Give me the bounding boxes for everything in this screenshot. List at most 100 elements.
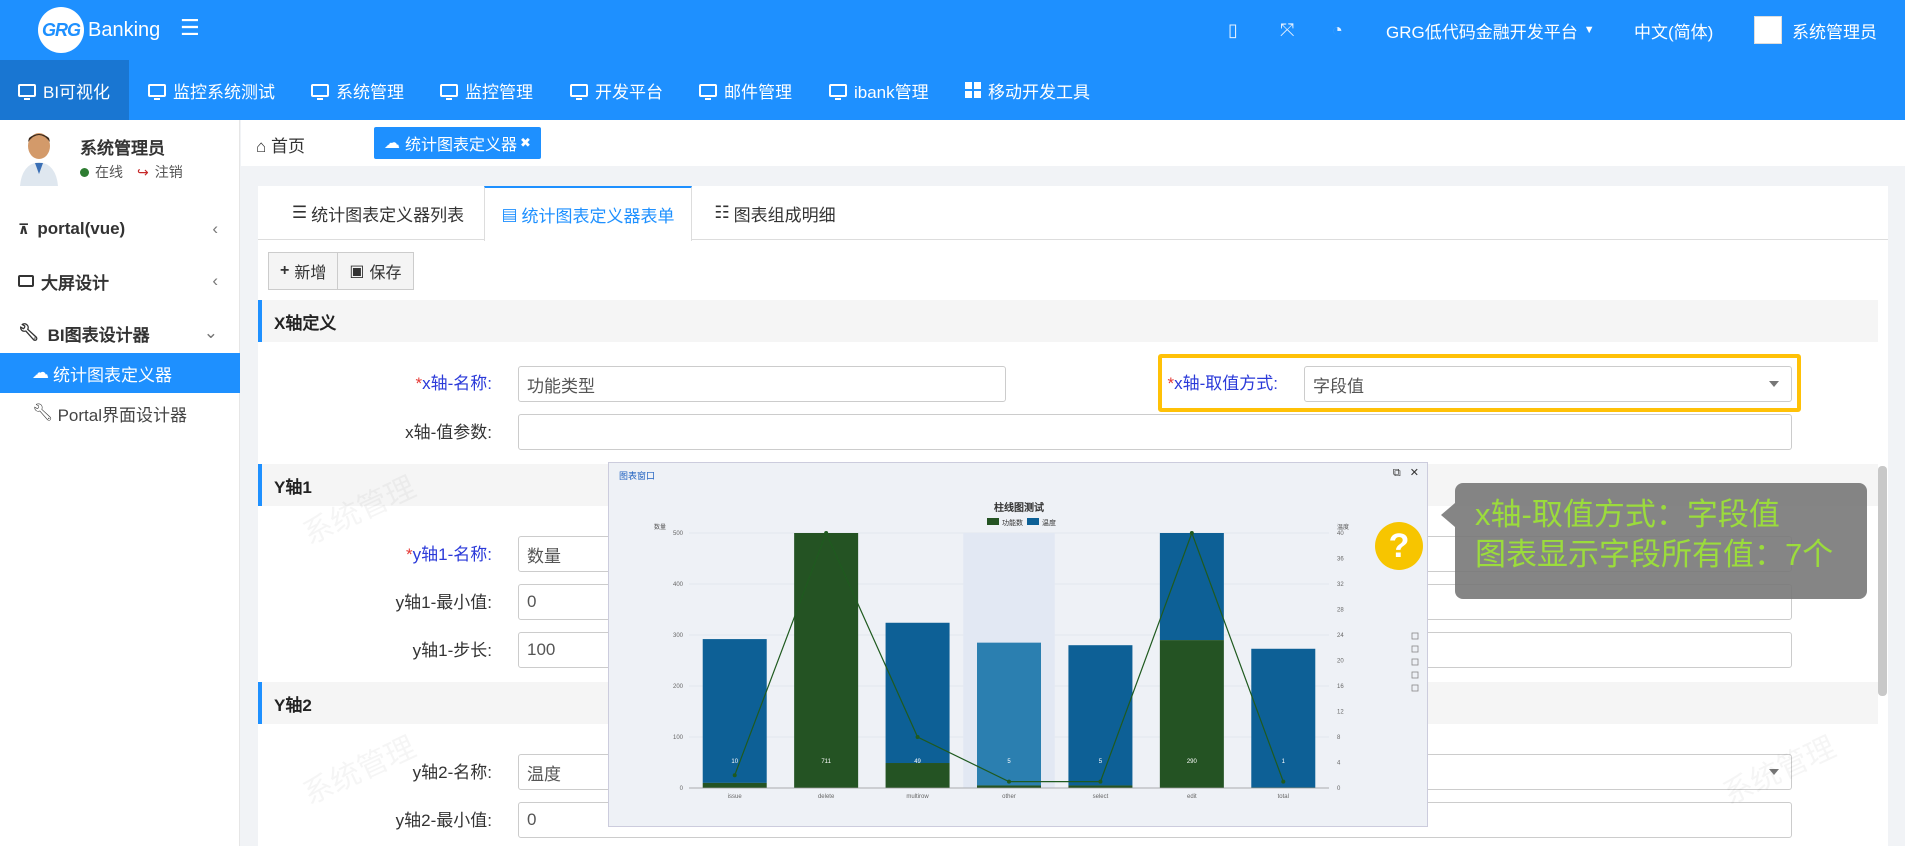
- table-icon: ☷: [714, 203, 730, 222]
- bar-segment-green: [1159, 640, 1224, 788]
- caret-down-icon: [1769, 769, 1779, 775]
- tab-chart-form[interactable]: ▤ 统计图表定义器表单: [484, 186, 692, 241]
- document-icon[interactable]: ▯: [1228, 0, 1238, 60]
- tab-chart-detail[interactable]: ☷ 图表组成明细: [700, 186, 850, 240]
- x-param-input[interactable]: [518, 414, 1792, 450]
- bar-segment-green: [794, 533, 859, 788]
- bar-segment-green: [702, 782, 767, 788]
- y2-tick-label: 8: [1337, 735, 1341, 741]
- y2-tick-label: 40: [1337, 531, 1344, 537]
- monitor-icon: [440, 83, 458, 100]
- add-button[interactable]: + 新增: [268, 252, 339, 290]
- restore-icon[interactable]: ⧉: [1393, 467, 1401, 479]
- wrench-icon: 🔧︎: [32, 403, 54, 422]
- highlight-box: [1158, 354, 1801, 412]
- tooltip-line-2: 图表显示字段所有值：7个: [1475, 537, 1834, 572]
- platform-dropdown[interactable]: GRG低代码金融开发平台 ▼: [1386, 0, 1595, 60]
- sidebar-user-name: 系统管理员: [80, 139, 165, 158]
- legend-label-0: 功能数: [1002, 518, 1023, 527]
- legend-swatch-0: [987, 518, 999, 525]
- monitor-icon: [829, 83, 847, 100]
- wrench-icon: 🔧︎: [18, 323, 40, 342]
- sub-tabs: ☰ 统计图表定义器列表 ▤ 统计图表定义器表单 ☷ 图表组成明细: [258, 186, 1888, 241]
- y-tick-label: 400: [673, 582, 684, 588]
- tab-chart-list[interactable]: ☰ 统计图表定义器列表: [268, 186, 488, 240]
- line-point: [1281, 779, 1286, 784]
- x-tick-label: select: [1093, 794, 1109, 800]
- menu-dev-platform[interactable]: 开发平台: [560, 60, 673, 120]
- sidebar-item-portal-vue[interactable]: ⊼ portal(vue) ‹: [0, 203, 240, 255]
- close-icon[interactable]: ✕: [1410, 467, 1419, 479]
- menu-monitor-management[interactable]: 监控管理: [430, 60, 543, 120]
- dashboard-icon[interactable]: ◔: [1332, 0, 1343, 60]
- menu-ibank-management[interactable]: ibank管理: [819, 60, 939, 120]
- y2-name-label: y轴2-名称:: [412, 763, 492, 782]
- popup-title: 图表窗口: [619, 471, 656, 481]
- y2-tick-label: 32: [1337, 582, 1344, 588]
- user-menu[interactable]: 系统管理员: [1754, 0, 1877, 60]
- home-tab[interactable]: ⌂ 首页: [256, 132, 305, 157]
- restore-icon: [1411, 671, 1419, 679]
- popup-controls: ⧉ ✕: [1393, 466, 1419, 480]
- y2-tick-label: 12: [1337, 710, 1344, 716]
- save-button[interactable]: ▣ 保存: [338, 252, 414, 290]
- chevron-down-icon: ⌄: [203, 323, 218, 342]
- fullscreen-icon[interactable]: ⤧: [1280, 0, 1294, 60]
- menu-toggle-icon[interactable]: ☰: [180, 17, 200, 39]
- list-icon: ☰: [291, 203, 308, 222]
- annotation-tooltip: x轴-取值方式：字段值 图表显示字段所有值：7个: [1441, 483, 1867, 599]
- y2-tick-label: 24: [1337, 633, 1344, 639]
- status-online: 在线: [95, 164, 123, 180]
- bar-value-label: 49: [914, 759, 921, 765]
- sitemap-icon: ⊼: [18, 220, 30, 237]
- line-point: [1189, 531, 1194, 535]
- scrollbar[interactable]: [1878, 466, 1887, 696]
- chart-popup-window[interactable]: 柱线图测试 功能数 温度 数量 温度 0 100 200 300 400 500 0 4 8 12 16 20 2…: [608, 462, 1428, 827]
- monitor-icon: [148, 83, 166, 100]
- logout-link[interactable]: 注销: [155, 162, 183, 182]
- form-icon: ▤: [501, 204, 518, 224]
- menu-bi-visualization[interactable]: BI可视化: [0, 60, 129, 120]
- x-name-input[interactable]: 功能类型: [518, 366, 1006, 402]
- close-icon[interactable]: ✖: [520, 135, 531, 151]
- line-point: [1007, 779, 1011, 784]
- chart: 柱线图测试功能数 温度数量 温度01002003004005000481216202…: [654, 501, 1419, 800]
- menu-mail-management[interactable]: 邮件管理: [689, 60, 802, 120]
- y2-min-label: y轴2-最小值:: [395, 811, 492, 830]
- tab-chart-definer[interactable]: ☁ 统计图表定义器 ✖: [374, 127, 541, 159]
- page-tab-bar: ⌂ 首页 ☁ 统计图表定义器 ✖: [241, 120, 1905, 166]
- bar-value-label: 10: [731, 759, 738, 765]
- legend-label-1: 温度: [1042, 518, 1056, 527]
- monitor-icon: [699, 83, 717, 100]
- sidebar-item-portal-designer[interactable]: 🔧︎ Portal界面设计器: [0, 393, 240, 433]
- line-point: [1098, 779, 1103, 784]
- sidebar-item-bi-designer[interactable]: 🔧︎ BI图表设计器 ⌄: [0, 307, 240, 359]
- sidebar-item-big-screen[interactable]: 大屏设计 ‹: [0, 255, 240, 307]
- menu-system-management[interactable]: 系统管理: [301, 60, 414, 120]
- user-avatar-icon: [1754, 16, 1782, 44]
- help-icon[interactable]: ?: [1375, 522, 1423, 570]
- menu-mobile-dev-tools[interactable]: 移动开发工具: [955, 60, 1100, 120]
- main-menu: BI可视化 监控系统测试 系统管理 监控管理 开发平台 邮件管理 ibank管理…: [0, 60, 1905, 120]
- bar-segment-blue: [1159, 533, 1224, 641]
- x-tick-label: other: [1002, 794, 1016, 800]
- logout-icon: ↪: [137, 163, 149, 180]
- top-bar: GRG Banking ☰ ▯ ⤧ ◔ GRG低代码金融开发平台 ▼ 中文(简体…: [0, 0, 1905, 60]
- x-tick-label: delete: [818, 794, 835, 800]
- brand-logo[interactable]: GRG Banking: [38, 7, 160, 53]
- line-point: [915, 735, 920, 739]
- windows-icon: [965, 82, 981, 98]
- legend-swatch-1: [1027, 518, 1039, 525]
- y2-tick-label: 28: [1337, 608, 1344, 614]
- chevron-left-icon: ‹: [212, 271, 218, 290]
- logo-mark: GRG: [38, 7, 84, 53]
- x-tick-label: edit: [1187, 794, 1197, 800]
- line-point: [824, 531, 829, 535]
- language-selector[interactable]: 中文(简体): [1634, 0, 1713, 60]
- menu-monitor-test[interactable]: 监控系统测试: [138, 60, 285, 120]
- y1-name-label: *y轴1-名称:: [406, 545, 492, 564]
- sidebar-item-chart-definer[interactable]: ☁ 统计图表定义器: [0, 353, 240, 393]
- y2-tick-label: 20: [1337, 659, 1344, 665]
- bar-segment-blue: [885, 622, 950, 764]
- stack-icon: [1411, 658, 1419, 666]
